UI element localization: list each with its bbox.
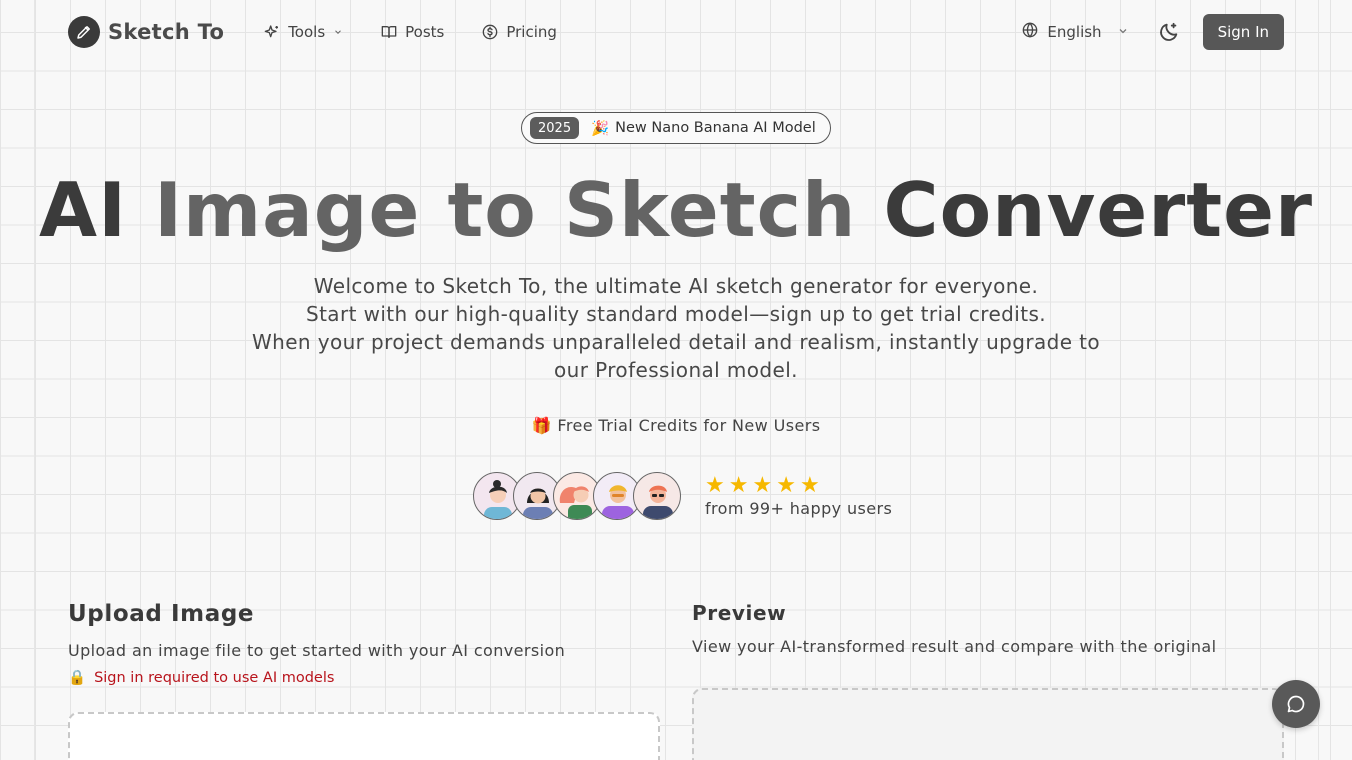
- star-icon: ★: [776, 472, 796, 498]
- preview-area: [692, 688, 1284, 760]
- star-icon: ★: [799, 472, 820, 498]
- description-line: Welcome to Sketch To, the ultimate AI sk…: [313, 274, 1039, 298]
- description-line: Start with our high-quality standard mod…: [305, 302, 1047, 326]
- nav-pricing[interactable]: Pricing: [482, 23, 557, 41]
- nav-pricing-label: Pricing: [506, 23, 557, 41]
- avatar-group: [473, 472, 681, 520]
- chevron-down-icon: [333, 27, 343, 37]
- header-actions: English Sign In: [1022, 14, 1284, 50]
- main-nav: Tools Posts Pricing: [264, 23, 557, 41]
- title-word-to: to: [447, 166, 537, 254]
- free-credits-note: 🎁 Free Trial Credits for New Users: [0, 416, 1352, 435]
- header: Sketch To Tools Posts Pricing English Si…: [0, 0, 1352, 64]
- page-title: AI Image to Sketch Converter: [0, 166, 1352, 254]
- title-word-sketch: Sketch: [563, 166, 857, 254]
- announcement-badge[interactable]: 2025 🎉 New Nano Banana AI Model: [521, 112, 831, 144]
- title-word-image: Image: [154, 166, 421, 254]
- book-icon: [381, 24, 397, 40]
- globe-icon: [1022, 22, 1038, 42]
- sign-in-warning: 🔒 Sign in required to use AI models: [68, 669, 335, 687]
- description-line: When your project demands unparalleled d…: [251, 330, 1101, 354]
- nav-posts[interactable]: Posts: [381, 23, 444, 41]
- chat-bubble-icon[interactable]: [1272, 680, 1320, 728]
- nav-tools-label: Tools: [288, 23, 326, 41]
- logo-text: Sketch To: [108, 20, 225, 44]
- avatar: [633, 472, 681, 520]
- star-rating: ★ ★ ★ ★ ★: [705, 472, 892, 498]
- dollar-circle-icon: [482, 24, 498, 40]
- chevron-down-icon: [1117, 23, 1129, 41]
- social-proof: ★ ★ ★ ★ ★ from 99+ happy users: [473, 472, 892, 520]
- sign-in-warning-text: Sign in required to use AI models: [94, 669, 335, 686]
- lock-icon: 🔒: [68, 670, 87, 686]
- sparkles-icon: [264, 24, 280, 40]
- language-label: English: [1047, 23, 1102, 41]
- upload-title: Upload Image: [68, 601, 255, 627]
- upload-subtitle: Upload an image file to get started with…: [68, 641, 566, 660]
- title-word-ai: AI: [39, 166, 127, 254]
- upload-dropzone[interactable]: [68, 712, 660, 760]
- preview-title: Preview: [692, 601, 787, 625]
- sign-in-button[interactable]: Sign In: [1202, 14, 1284, 50]
- free-credits-text: Free Trial Credits for New Users: [557, 416, 821, 435]
- preview-subtitle: View your AI-transformed result and comp…: [692, 637, 1217, 656]
- nav-posts-label: Posts: [405, 23, 445, 41]
- star-icon: ★: [728, 472, 749, 498]
- language-select[interactable]: English: [1022, 22, 1128, 42]
- theme-toggle-moon-icon[interactable]: [1157, 20, 1181, 44]
- rating-text: from 99+ happy users: [705, 498, 893, 518]
- pencil-logo-icon: [68, 16, 100, 48]
- party-popper-icon: 🎉: [591, 120, 610, 137]
- logo[interactable]: Sketch To: [68, 16, 224, 48]
- title-word-converter: Converter: [883, 166, 1313, 254]
- gift-icon: 🎁: [531, 416, 552, 435]
- description-line: our Professional model.: [554, 358, 798, 382]
- star-icon: ★: [752, 472, 773, 498]
- nav-tools[interactable]: Tools: [264, 23, 343, 41]
- hero-description: Welcome to Sketch To, the ultimate AI sk…: [226, 272, 1126, 384]
- badge-text: New Nano Banana AI Model: [615, 120, 816, 136]
- rating: ★ ★ ★ ★ ★ from 99+ happy users: [705, 472, 893, 518]
- star-icon: ★: [705, 472, 725, 498]
- badge-year: 2025: [530, 117, 580, 139]
